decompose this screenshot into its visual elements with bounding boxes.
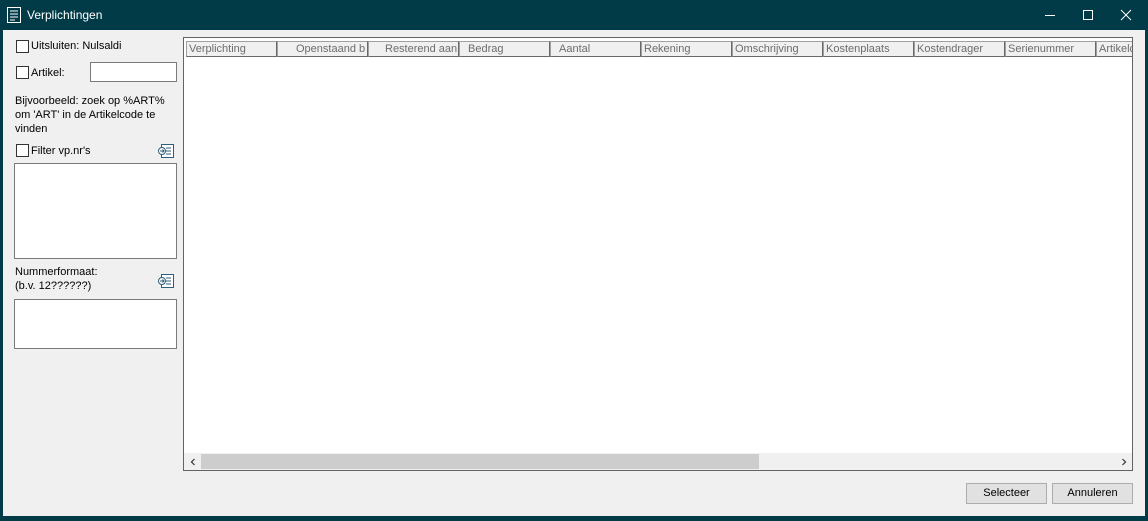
- article-checkbox[interactable]: [16, 66, 29, 79]
- article-label: Artikel:: [31, 67, 65, 79]
- close-icon: [1120, 9, 1132, 21]
- obligations-grid[interactable]: Verplichting Openstaand b Resterend aan Bed…: [183, 37, 1133, 471]
- column-header[interactable]: Serienummer: [1005, 41, 1096, 57]
- minimize-icon: [1045, 15, 1055, 16]
- exclude-zero-checkbox[interactable]: [16, 40, 29, 53]
- chevron-left-icon: [190, 458, 195, 465]
- column-header[interactable]: Artikelc: [1096, 41, 1132, 57]
- column-header[interactable]: Bedrag: [459, 41, 550, 57]
- column-header[interactable]: Aantal: [550, 41, 641, 57]
- hint-text-line1: Bijvoorbeeld: zoek op %ART%: [15, 95, 165, 107]
- list-document-icon: [7, 7, 21, 23]
- column-header[interactable]: Omschrijving: [732, 41, 823, 57]
- list-import-icon[interactable]: [157, 143, 175, 159]
- list-import-icon[interactable]: [157, 273, 175, 289]
- dialog-client-area: Uitsluiten: Nulsaldi Artikel: Bijvoorbee…: [3, 30, 1145, 516]
- close-button[interactable]: [1107, 0, 1145, 30]
- filter-vpnr-label: Filter vp.nr's: [31, 145, 91, 157]
- number-format-example: (b.v. 12??????): [15, 280, 92, 292]
- filter-vpnr-list[interactable]: [14, 163, 177, 259]
- column-header[interactable]: Rekening: [641, 41, 732, 57]
- cancel-button[interactable]: Annuleren: [1052, 483, 1133, 504]
- exclude-zero-label: Uitsluiten: Nulsaldi: [31, 40, 122, 52]
- scroll-right-button[interactable]: [1115, 453, 1132, 470]
- column-header[interactable]: Openstaand b: [277, 41, 368, 57]
- hint-text-line3: vinden: [15, 123, 48, 135]
- scroll-left-button[interactable]: [184, 453, 201, 470]
- column-header[interactable]: Verplichting: [186, 41, 277, 57]
- column-header[interactable]: Kostendrager: [914, 41, 1005, 57]
- title-bar[interactable]: Verplichtingen: [0, 0, 1148, 30]
- window-title: Verplichtingen: [27, 8, 103, 22]
- maximize-button[interactable]: [1069, 0, 1107, 30]
- scroll-thumb[interactable]: [201, 454, 759, 469]
- number-format-label: Nummerformaat:: [15, 266, 98, 278]
- minimize-button[interactable]: [1031, 0, 1069, 30]
- column-header[interactable]: Kostenplaats: [823, 41, 914, 57]
- column-header[interactable]: Resterend aan: [368, 41, 459, 57]
- maximize-icon: [1083, 10, 1093, 20]
- number-format-input[interactable]: [14, 299, 177, 349]
- select-button[interactable]: Selecteer: [966, 483, 1047, 504]
- hint-text-line2: om 'ART' in de Artikelcode te: [15, 109, 156, 121]
- filter-vpnr-checkbox[interactable]: [16, 144, 29, 157]
- chevron-right-icon: [1121, 458, 1126, 465]
- horizontal-scrollbar[interactable]: [184, 453, 1132, 470]
- article-input[interactable]: [90, 62, 177, 82]
